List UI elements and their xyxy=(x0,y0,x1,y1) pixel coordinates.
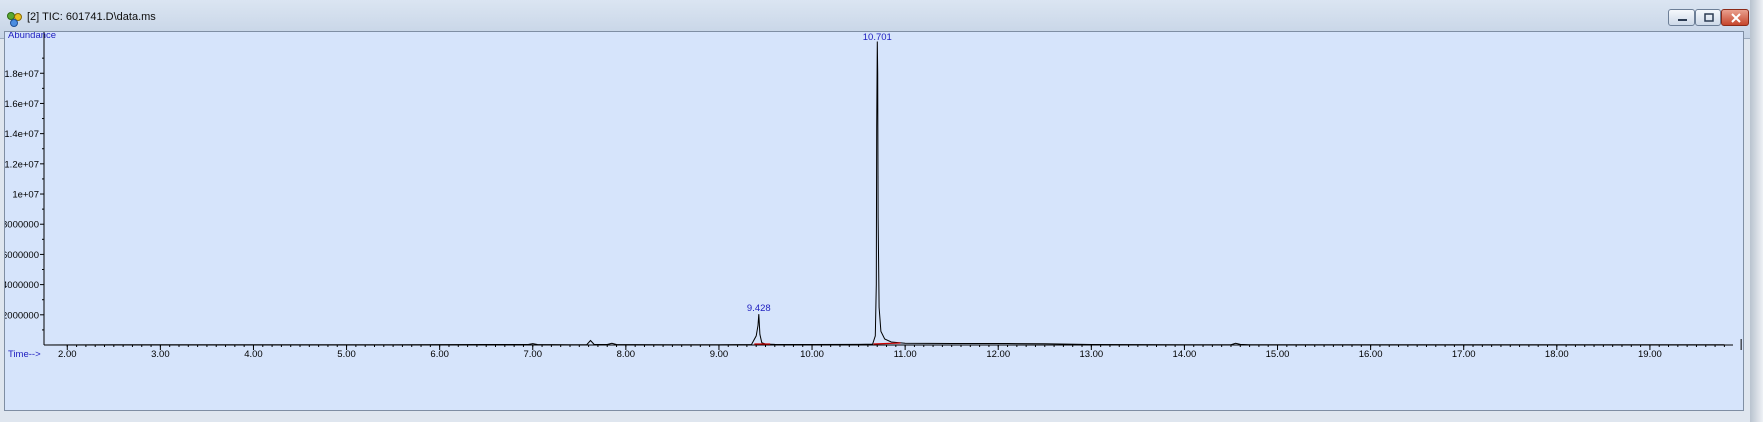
close-icon xyxy=(1731,13,1741,23)
x-tick-label: 9.00 xyxy=(710,349,729,360)
x-tick-label: 10.00 xyxy=(800,349,824,360)
x-tick-label: 17.00 xyxy=(1452,349,1476,360)
x-tick-label: 6.00 xyxy=(430,349,449,360)
minimize-button[interactable] xyxy=(1668,9,1695,26)
chromatogram-window: [2] TIC: 601741.D\data.ms Abundance Time-… xyxy=(0,0,1751,422)
x-tick-label: 11.00 xyxy=(894,349,917,360)
y-tick-label: 1.8e+07 xyxy=(5,69,39,80)
restore-icon xyxy=(1704,13,1714,22)
y-tick-label: 6000000 xyxy=(5,250,39,261)
window-title: [2] TIC: 601741.D\data.ms xyxy=(27,11,156,23)
tic-trace xyxy=(43,41,1725,346)
x-tick-label: 14.00 xyxy=(1173,349,1197,360)
x-tick-label: 8.00 xyxy=(617,349,636,360)
x-axis-label: Time--> xyxy=(8,349,41,360)
x-tick-label: 15.00 xyxy=(1266,349,1290,360)
y-tick-label: 4000000 xyxy=(5,280,39,291)
chromatogram-chart: Abundance Time--> 2000000 4000000 6000000 800… xyxy=(5,32,1742,360)
x-tick-label: 18.00 xyxy=(1545,349,1569,360)
close-button[interactable] xyxy=(1721,9,1749,26)
x-tick-label: 16.00 xyxy=(1359,349,1383,360)
y-tick-label: 1e+07 xyxy=(12,190,39,201)
peak-label: 10.701 xyxy=(863,32,892,43)
x-tick-label: 13.00 xyxy=(1079,349,1103,360)
restore-button[interactable] xyxy=(1695,9,1721,26)
x-tick-label: 7.00 xyxy=(524,349,543,360)
peak-label: 9.428 xyxy=(747,303,771,314)
x-tick-label: 5.00 xyxy=(337,349,356,360)
y-tick-label: 1.2e+07 xyxy=(5,159,39,170)
y-tick-label: 8000000 xyxy=(5,220,39,231)
window-edge xyxy=(1750,0,1763,422)
window-bottom-border xyxy=(0,411,1750,422)
x-tick-label: 12.00 xyxy=(986,349,1010,360)
chromatogram-plot[interactable]: Abundance Time--> 2000000 4000000 6000000 800… xyxy=(4,31,1744,411)
x-tick-label: 19.00 xyxy=(1638,349,1662,360)
peak-baseline xyxy=(873,342,901,345)
x-tick-label: 3.00 xyxy=(151,349,170,360)
x-tick-label: 4.00 xyxy=(244,349,263,360)
y-tick-label: 2000000 xyxy=(5,310,39,321)
x-tick-label: 2.00 xyxy=(58,349,77,360)
y-axis-label: Abundance xyxy=(8,32,56,41)
y-tick-label: 1.6e+07 xyxy=(5,99,39,110)
minimize-icon xyxy=(1678,19,1687,21)
y-tick-label: 1.4e+07 xyxy=(5,129,39,140)
app-icon xyxy=(7,12,22,27)
